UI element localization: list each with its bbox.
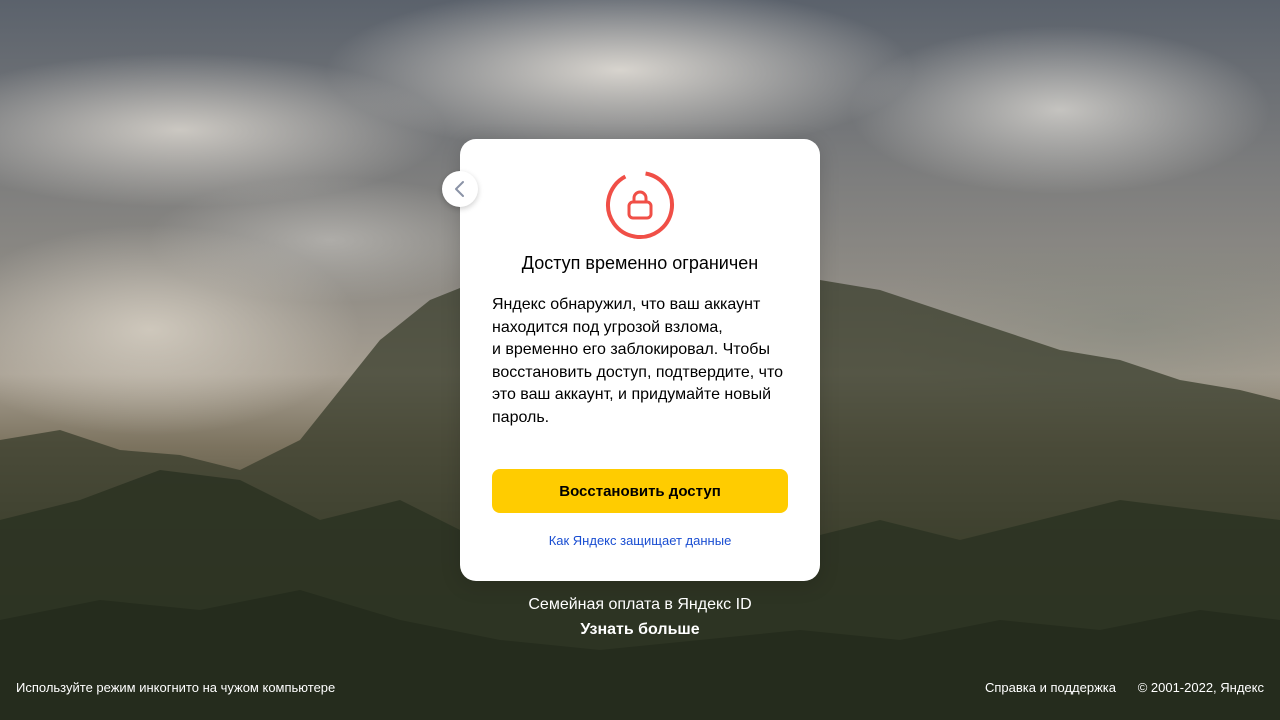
card-title: Доступ временно ограничен	[521, 253, 759, 273]
lock-icon	[604, 169, 676, 241]
data-protection-link[interactable]: Как Яндекс защищает данные	[460, 533, 820, 548]
chevron-left-icon	[455, 181, 464, 197]
incognito-hint: Используйте режим инкогнито на чужом ком…	[16, 680, 336, 695]
restore-access-button[interactable]: Восстановить доступ	[492, 469, 788, 513]
learn-more-link[interactable]: Узнать больше	[440, 621, 840, 639]
back-button[interactable]	[442, 171, 478, 207]
promo-text: Семейная оплата в Яндекс ID	[528, 596, 752, 613]
help-link[interactable]: Справка и поддержка	[985, 680, 1116, 695]
copyright: © 2001-2022, Яндекс	[1137, 680, 1264, 695]
access-restricted-card: Доступ временно ограничен Яндекс обнаруж…	[460, 139, 820, 581]
card-description: Яндекс обнаружил, что ваш аккаунт находи…	[492, 296, 784, 426]
